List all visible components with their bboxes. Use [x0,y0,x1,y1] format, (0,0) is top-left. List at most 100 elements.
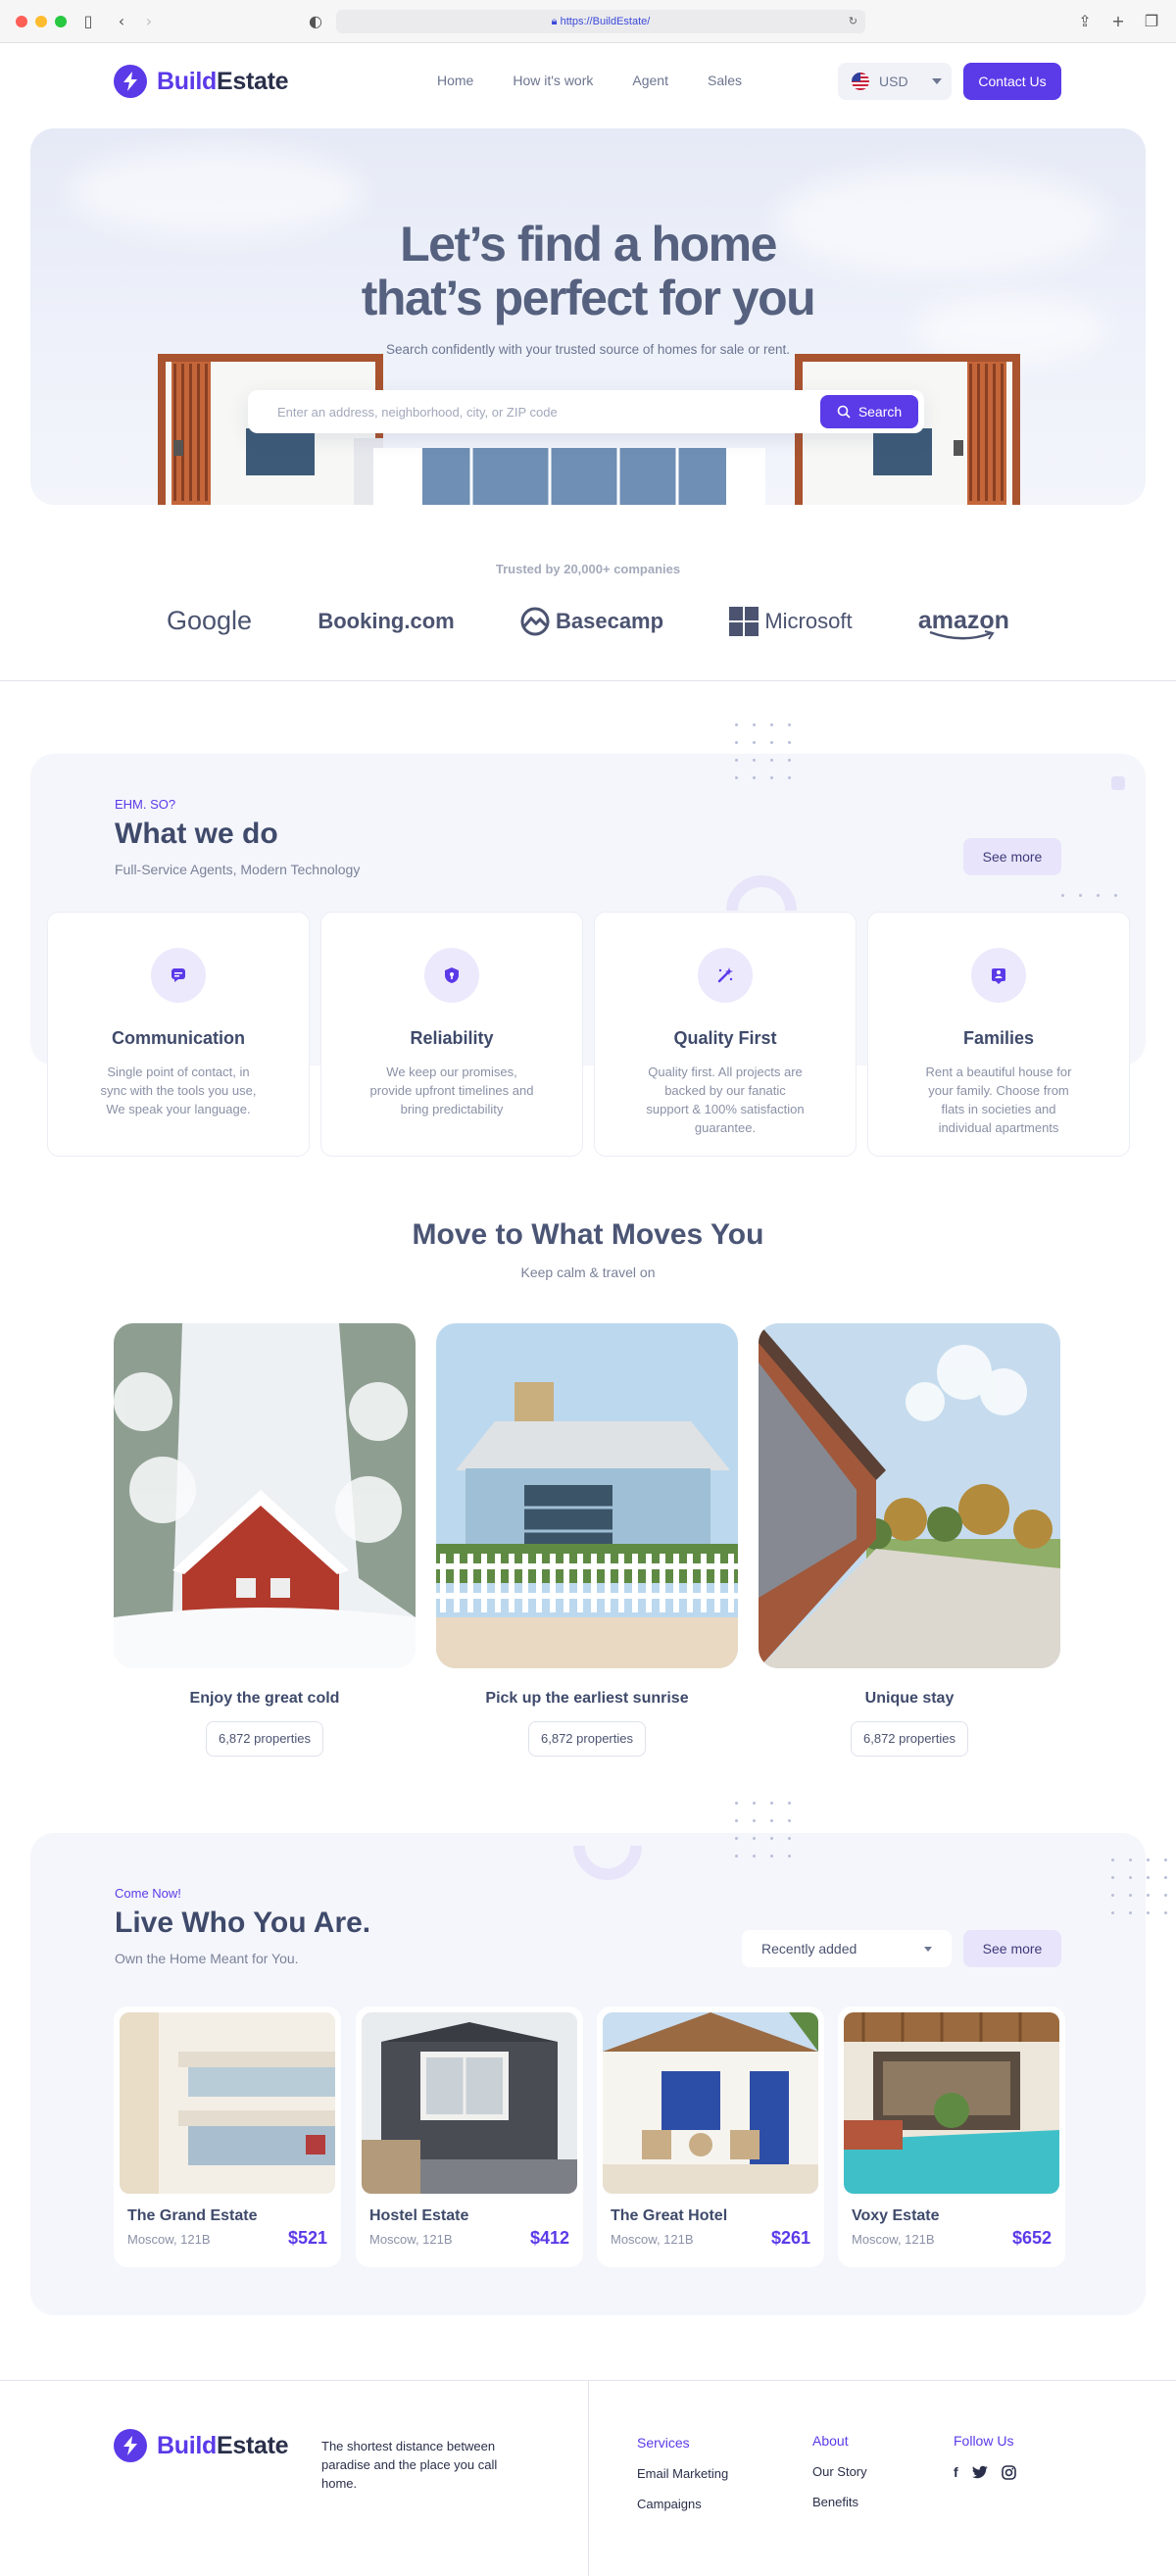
service-card-reliability: Reliability We keep our promises, provid… [320,912,583,1157]
nav-agent[interactable]: Agent [632,73,668,88]
property-card[interactable]: Voxy Estate Moscow, 121B $652 [838,2006,1065,2267]
properties-count-badge[interactable]: 6,872 properties [528,1721,646,1757]
what-we-do-title: What we do [115,817,278,850]
footer-link-email-marketing[interactable]: Email Marketing [637,2466,728,2481]
property-name: The Grand Estate [127,2207,258,2224]
brand-name: BuildEstate [157,67,289,95]
property-name: Voxy Estate [852,2207,940,2224]
live-subtitle: Own the Home Meant for You. [115,1951,299,1966]
address-search-input[interactable] [277,390,787,433]
footer-brand-logo[interactable]: BuildEstate [114,2429,289,2462]
forward-icon[interactable]: › [139,12,159,31]
reload-icon[interactable]: ↻ [849,10,858,33]
privacy-shield-icon[interactable]: ◐ [306,12,325,31]
moves-title: Move to What Moves You [412,1218,764,1251]
nav-how-it-works[interactable]: How it's work [513,73,593,88]
sort-select[interactable]: Recently added [742,1930,952,1967]
destination-card[interactable]: Unique stay 6,872 properties [759,1323,1060,1757]
nav-sales[interactable]: Sales [708,73,742,88]
service-card-title: Communication [111,1028,245,1048]
window-controls [16,16,67,27]
chat-icon [151,948,206,1003]
site-header: BuildEstate Home How it's work Agent Sal… [0,43,1176,120]
address-bar[interactable]: 🔒︎ https://BuildEstate/ ↻ [336,10,865,33]
maximize-window-button[interactable] [55,16,67,27]
footer-brand-name: BuildEstate [157,2431,289,2459]
blue-house-photo [436,1323,738,1668]
currency-select[interactable]: USD [838,63,952,100]
tabs-overview-icon[interactable]: ❐ [1142,12,1161,31]
footer-services-heading: Services [637,2435,690,2451]
section-divider [0,680,1176,681]
amazon-smile-icon [929,630,995,640]
social-icons: f [954,2464,1016,2480]
property-price: $521 [287,2228,327,2248]
service-card-description: Rent a beautiful house for your family. … [925,1065,1072,1135]
footer-link-benefits[interactable]: Benefits [812,2495,867,2509]
twitter-icon[interactable] [971,2465,988,2479]
back-icon[interactable]: ‹ [112,12,131,31]
see-more-services-button[interactable]: See more [963,838,1061,875]
close-window-button[interactable] [16,16,27,27]
footer-link-our-story[interactable]: Our Story [812,2464,867,2479]
search-button[interactable]: Search [820,395,918,428]
what-we-do-eyebrow: EHM. SO? [115,797,176,812]
hero-title-line-1: Let’s find a home [400,217,777,272]
hero-banner: Let’s find a home that’s perfect for you… [30,128,1146,505]
magic-wand-icon [698,948,753,1003]
basecamp-logo: Basecamp [520,607,663,636]
hostel-estate-photo [362,2012,577,2194]
family-icon [971,948,1026,1003]
search-icon [837,405,851,419]
properties-count-badge[interactable]: 6,872 properties [206,1721,323,1757]
property-location: Moscow, 121B [611,2232,694,2247]
lightning-icon [114,65,147,98]
browser-toolbar: ▯ ‹ › ◐ 🔒︎ https://BuildEstate/ ↻ ⇪ + ❐ [0,0,1176,43]
new-tab-icon[interactable]: + [1108,12,1128,31]
live-title: Live Who You Are. [115,1907,371,1939]
nav-home[interactable]: Home [437,73,473,88]
moves-subtitle: Keep calm & travel on [520,1264,656,1280]
properties-count-badge[interactable]: 6,872 properties [851,1721,968,1757]
main-menu: Home How it's work Agent Sales [437,73,742,88]
hero-title-line-2: that’s perfect for you [361,271,816,325]
footer-vertical-divider [588,2380,589,2576]
contact-us-button[interactable]: Contact Us [963,63,1061,100]
destination-name: Unique stay [864,1690,955,1707]
chevron-down-icon [931,78,942,84]
service-card-families: Families Rent a beautiful house for your… [867,912,1130,1157]
service-card-title: Quality First [673,1028,777,1048]
share-icon[interactable]: ⇪ [1075,12,1095,31]
currency-value: USD [879,74,908,89]
minimize-window-button[interactable] [35,16,47,27]
destination-card[interactable]: Pick up the earliest sunrise 6,872 prope… [436,1323,738,1757]
decorative-square [1111,776,1125,790]
property-card[interactable]: Hostel Estate Moscow, 121B $412 [356,2006,583,2267]
brand-logo[interactable]: BuildEstate [114,65,289,98]
microsoft-icon [729,606,760,636]
instagram-icon[interactable] [1001,2464,1016,2480]
footer-follow-column: Follow Us f [954,2433,1016,2480]
what-we-do-subtitle: Full-Service Agents, Modern Technology [115,862,361,877]
us-flag-icon [852,73,869,90]
microsoft-logo: Microsoft [729,606,853,636]
voxy-estate-photo [844,2012,1059,2194]
decorative-dot-row [1061,894,1117,897]
great-hotel-photo [603,2012,818,2194]
basecamp-icon [520,607,550,635]
service-card-description: Quality first. All projects are backed b… [646,1065,805,1135]
destination-card[interactable]: Enjoy the great cold 6,872 properties [114,1323,416,1757]
property-card[interactable]: The Great Hotel Moscow, 121B $261 [597,2006,824,2267]
sidebar-toggle-icon[interactable]: ▯ [78,12,98,31]
see-more-properties-button[interactable]: See more [963,1930,1061,1967]
property-location: Moscow, 121B [369,2232,453,2247]
service-card-description: We keep our promises, provide upfront ti… [369,1065,534,1116]
footer-tagline: The shortest distance between paradise a… [321,2439,498,2491]
destination-name: Enjoy the great cold [189,1690,340,1707]
service-card-description: Single point of contact, in sync with th… [100,1065,257,1116]
property-card[interactable]: The Grand Estate Moscow, 121B $521 [114,2006,341,2267]
footer-link-campaigns[interactable]: Campaigns [637,2497,728,2511]
facebook-icon[interactable]: f [954,2464,958,2480]
lock-icon: 🔒︎ [551,16,561,27]
hero-search-bar: Search [248,390,924,433]
